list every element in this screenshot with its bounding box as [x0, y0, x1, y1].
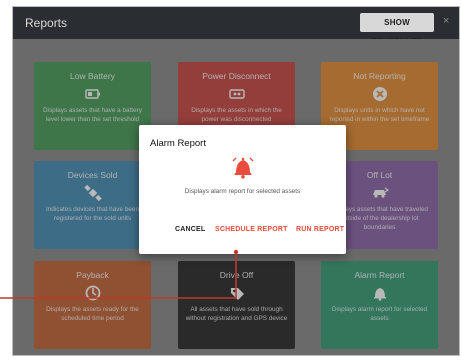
show-scheduled-button[interactable]: SHOW SCHEDULED — [360, 13, 434, 46]
title-bar: Reports SHOW SCHEDULED × — [13, 7, 459, 46]
dialog-title: Alarm Report — [150, 138, 206, 149]
alarm-report-dialog: Alarm Report Displays alarm report for s… — [139, 125, 346, 254]
schedule-report-button[interactable]: SCHEDULE REPORT — [215, 226, 288, 233]
close-icon[interactable]: × — [443, 15, 449, 27]
cancel-button[interactable]: CANCEL — [175, 226, 205, 233]
bell-icon — [232, 157, 254, 179]
window-title: Reports — [25, 16, 68, 30]
dialog-description: Displays alarm report for selected asset… — [184, 188, 301, 195]
run-report-button[interactable]: RUN REPORT — [296, 226, 344, 233]
reports-window: Reports SHOW SCHEDULED × Low Battery Dis… — [12, 6, 460, 356]
